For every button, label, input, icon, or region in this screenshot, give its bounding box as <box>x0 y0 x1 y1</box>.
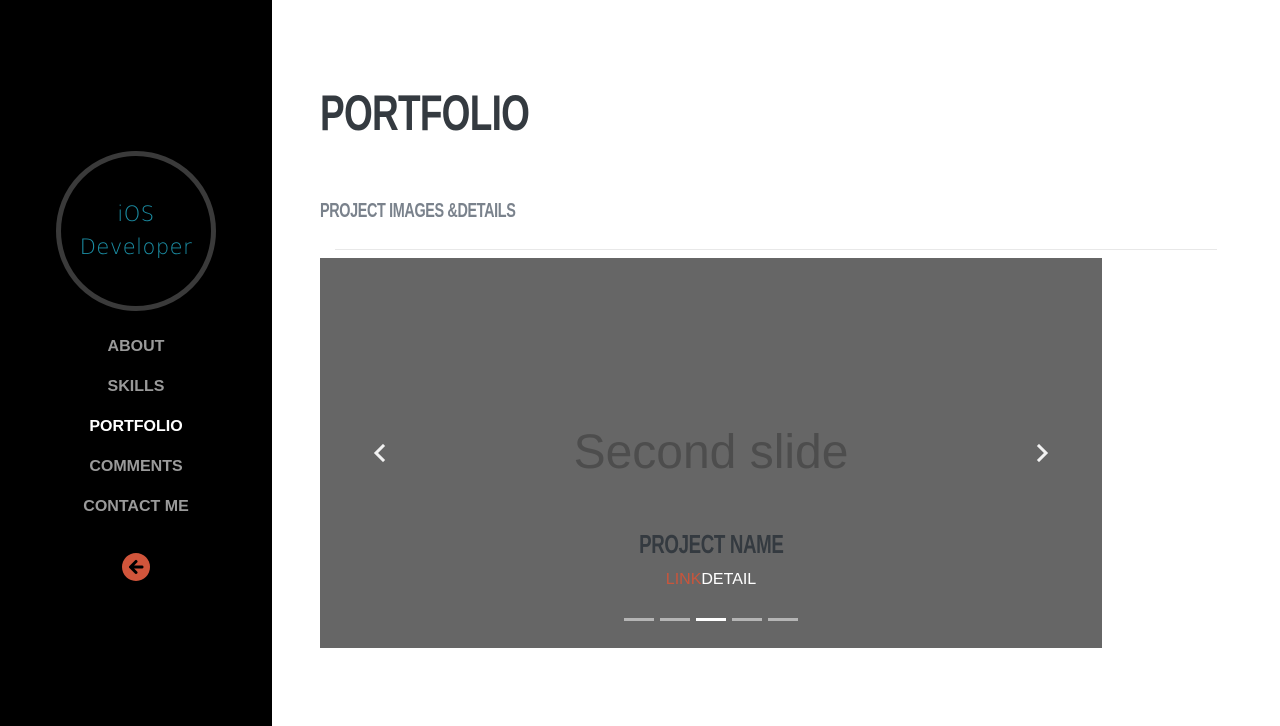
logo-line-1: iOS <box>117 202 155 226</box>
project-detail-link[interactable]: DETAIL <box>701 571 756 588</box>
nav-item-skills[interactable]: SKILLS <box>0 367 272 407</box>
nav-item-portfolio[interactable]: PORTFOLIO <box>0 407 272 447</box>
carousel-indicator[interactable] <box>768 618 798 621</box>
caption-links: LINKDETAIL <box>320 569 1102 591</box>
nav-item-contact-me[interactable]: CONTACT ME <box>0 487 272 527</box>
arrow-left-circle-icon <box>129 560 144 574</box>
nav-item-about[interactable]: ABOUT <box>0 327 272 367</box>
carousel-indicator[interactable] <box>660 618 690 621</box>
carousel-indicators <box>320 618 1102 621</box>
logo[interactable]: iOS Developer <box>56 151 216 311</box>
project-name: PROJECT NAME <box>320 526 1102 562</box>
project-name-text: PROJECT NAME <box>638 529 784 559</box>
sidebar-nav: ABOUT SKILLS PORTFOLIO COMMENTS CONTACT … <box>0 327 272 527</box>
logo-line-2: Developer <box>79 235 193 259</box>
carousel-prev-button[interactable] <box>365 438 395 468</box>
slide-placeholder-text: Second slide <box>573 426 849 479</box>
sidebar: iOS Developer ABOUT SKILLS PORTFOLIO COM… <box>0 0 272 726</box>
project-link[interactable]: LINK <box>666 571 702 588</box>
back-button[interactable] <box>122 553 150 581</box>
page-title: PORTFOLIO <box>320 85 530 141</box>
divider <box>335 249 1217 250</box>
chevron-left-icon <box>373 443 386 463</box>
carousel-indicator[interactable] <box>624 618 654 621</box>
carousel-indicator[interactable] <box>732 618 762 621</box>
portfolio-carousel[interactable]: Second slide PROJECT NAME LINKDETAIL <box>320 258 1102 648</box>
nav-item-comments[interactable]: COMMENTS <box>0 447 272 487</box>
section-subtitle: PROJECT IMAGES &DETAILS <box>320 200 516 222</box>
chevron-right-icon <box>1036 443 1049 463</box>
carousel-next-button[interactable] <box>1027 438 1057 468</box>
carousel-indicator-active[interactable] <box>696 618 726 621</box>
